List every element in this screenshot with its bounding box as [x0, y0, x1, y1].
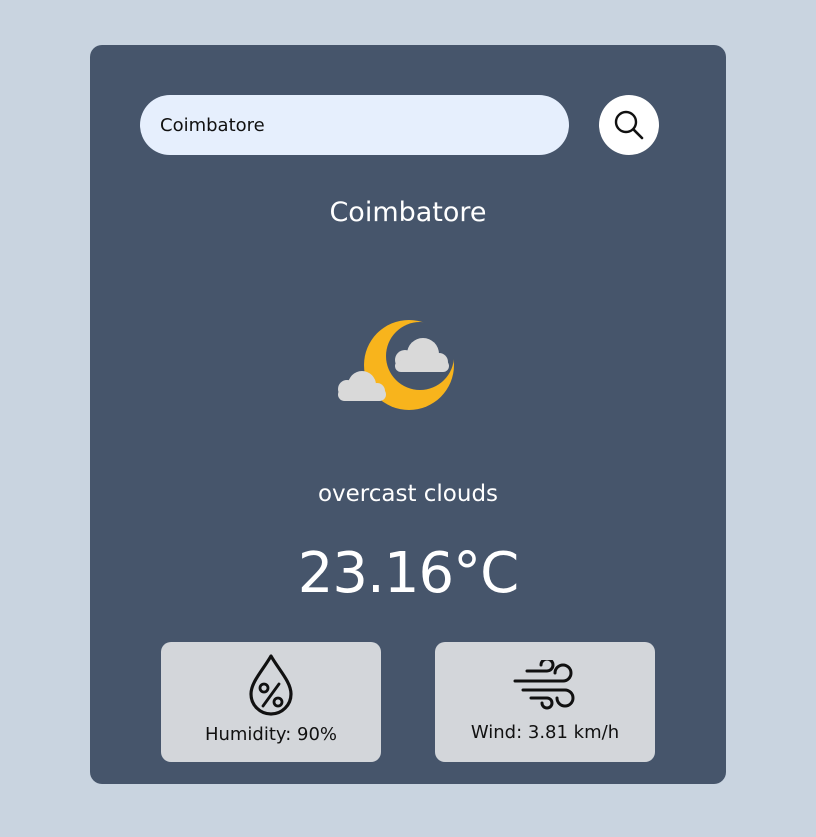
search-button[interactable] — [599, 95, 659, 155]
humidity-drop-icon — [249, 654, 293, 716]
search-icon — [614, 110, 644, 140]
wind-card: Wind: 3.81 km/h — [435, 642, 655, 762]
moon-with-clouds-icon — [338, 320, 454, 410]
humidity-card: Humidity: 90% — [161, 642, 381, 762]
weather-card: Coimbatore overcast clouds 23.16°C — [90, 45, 726, 784]
wind-label: Wind: 3.81 km/h — [470, 722, 620, 743]
search-input[interactable] — [140, 95, 569, 155]
humidity-label: Humidity: 90% — [204, 724, 338, 745]
city-name: Coimbatore — [329, 197, 487, 228]
temperature: 23.16°C — [297, 541, 519, 606]
weather-description: overcast clouds — [317, 481, 499, 507]
wind-icon — [513, 660, 575, 710]
